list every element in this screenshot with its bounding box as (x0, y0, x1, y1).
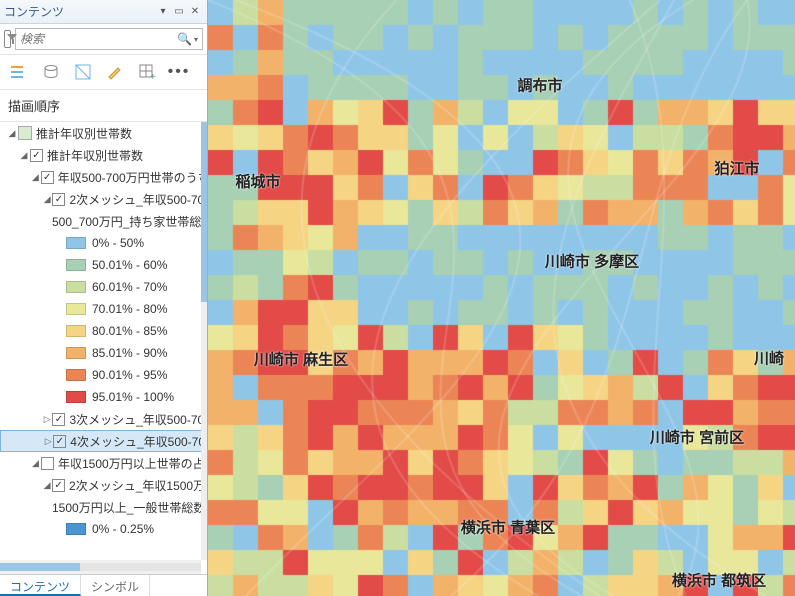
legend-label: 95.01% - 100% (92, 390, 174, 404)
list-by-selection-button[interactable] (72, 61, 94, 83)
legend-swatch (66, 237, 86, 249)
panel-titlebar: コンテンツ ▾ ▭ ✕ (0, 0, 207, 24)
tree-item-mesh3-500-700[interactable]: ▷3次メッシュ_年収500-700万 (0, 408, 207, 430)
list-by-source-button[interactable] (40, 61, 62, 83)
legend-swatch (66, 391, 86, 403)
legend-row: 90.01% - 95% (0, 364, 207, 386)
search-dropdown-icon[interactable]: ▾ (194, 35, 198, 44)
legend-label: 85.01% - 90% (92, 346, 167, 360)
tree-field-1500[interactable]: 1500万円以上_一般世帯総数 (0, 496, 207, 518)
list-by-drawing-order-button[interactable] (8, 61, 30, 83)
legend-row: 60.01% - 70% (0, 276, 207, 298)
legend-swatch (66, 325, 86, 337)
legend-row: 95.01% - 100% (0, 386, 207, 408)
checkbox[interactable] (53, 435, 66, 448)
tree-item-mesh2-1500[interactable]: ◢2次メッシュ_年収1500万円以 (0, 474, 207, 496)
legend-swatch (66, 347, 86, 359)
map-place-label: 川崎 (754, 348, 784, 369)
legend-label: 70.01% - 80% (92, 302, 167, 316)
pin-icon[interactable]: ▭ (171, 4, 187, 20)
legend-swatch (66, 259, 86, 271)
vertical-scrollbar[interactable] (201, 122, 207, 560)
legend-label: 60.01% - 70% (92, 280, 167, 294)
legend-label: 80.01% - 85% (92, 324, 167, 338)
legend-swatch (66, 369, 86, 381)
horizontal-scrollbar[interactable] (0, 560, 201, 574)
map-place-label: 横浜市 都筑区 (672, 570, 766, 591)
map-place-label: 川崎市 麻生区 (254, 349, 348, 370)
contents-panel: コンテンツ ▾ ▭ ✕ 🔍 ▾ + ••• 描画順序 ◢推計年収別世帯数 ◢推計… (0, 0, 208, 596)
tree-field-500-700[interactable]: 500_700万円_持ち家世帯総数 (0, 210, 207, 232)
list-by-editing-button[interactable] (104, 61, 126, 83)
tab-symbol[interactable]: シンボル (81, 575, 150, 596)
checkbox[interactable] (41, 171, 54, 184)
legend-label: 50.01% - 60% (92, 258, 167, 272)
tree-item-income500-700[interactable]: ◢年収500-700万円世帯のうち持 (0, 166, 207, 188)
more-button[interactable]: ••• (168, 61, 190, 83)
map-place-label: 川崎市 宮前区 (650, 427, 744, 448)
search-box[interactable]: 🔍 ▾ (15, 28, 203, 50)
map-place-label: 調布市 (517, 75, 562, 96)
legend-swatch (66, 281, 86, 293)
search-input[interactable] (20, 32, 177, 46)
legend-row: 50.01% - 60% (0, 254, 207, 276)
legend-label: 90.01% - 95% (92, 368, 167, 382)
map-place-label: 狛江市 (714, 158, 759, 179)
close-icon[interactable]: ✕ (187, 4, 203, 20)
checkbox[interactable] (52, 413, 65, 426)
tab-contents[interactable]: コンテンツ (0, 575, 81, 596)
heatmap-canvas (208, 0, 795, 596)
list-by-snapping-button[interactable]: + (136, 61, 158, 83)
legend-row: 85.01% - 90% (0, 342, 207, 364)
map-place-label: 稲城市 (235, 171, 280, 192)
map-place-label: 横浜市 青葉区 (461, 517, 555, 538)
map-icon (18, 126, 32, 140)
checkbox[interactable] (52, 193, 65, 206)
legend-row: 80.01% - 85% (0, 320, 207, 342)
tree-item-mesh2-500-700[interactable]: ◢2次メッシュ_年収500-700万 (0, 188, 207, 210)
legend-label: 0% - 50% (92, 236, 144, 250)
map-place-label: 川崎市 多摩区 (545, 251, 639, 272)
search-bar: 🔍 ▾ (0, 24, 207, 55)
layer-tree: ◢推計年収別世帯数 ◢推計年収別世帯数 ◢年収500-700万円世帯のうち持 ◢… (0, 122, 207, 574)
legend-swatch (66, 523, 86, 535)
legend-row: 70.01% - 80% (0, 298, 207, 320)
tree-group[interactable]: ◢推計年収別世帯数 (0, 144, 207, 166)
legend-row: 0% - 50% (0, 232, 207, 254)
checkbox[interactable] (41, 457, 54, 470)
panel-title: コンテンツ (4, 3, 155, 20)
svg-text:+: + (150, 72, 156, 82)
checkbox[interactable] (52, 479, 65, 492)
checkbox[interactable] (30, 149, 43, 162)
filter-icon[interactable] (4, 30, 11, 48)
legend-row: 0% - 0.25% (0, 518, 207, 540)
tree-item-income1500[interactable]: ◢年収1500万円以上世帯の占め (0, 452, 207, 474)
section-heading: 描画順序 (0, 90, 207, 122)
legend-swatch (66, 303, 86, 315)
map-view[interactable]: 調布市狛江市稲城市川崎市 多摩区川崎市 麻生区 川崎川崎市 宮前区横浜市 青葉区横… (208, 0, 795, 596)
tree-root[interactable]: ◢推計年収別世帯数 (0, 122, 207, 144)
bottom-tabs: コンテンツ シンボル (0, 574, 207, 596)
search-icon[interactable]: 🔍 (177, 32, 192, 46)
toolbar: + ••• (0, 55, 207, 90)
tree-item-mesh4-500-700[interactable]: ▷4次メッシュ_年収500-700万 (0, 430, 207, 452)
dropdown-icon[interactable]: ▾ (155, 4, 171, 20)
